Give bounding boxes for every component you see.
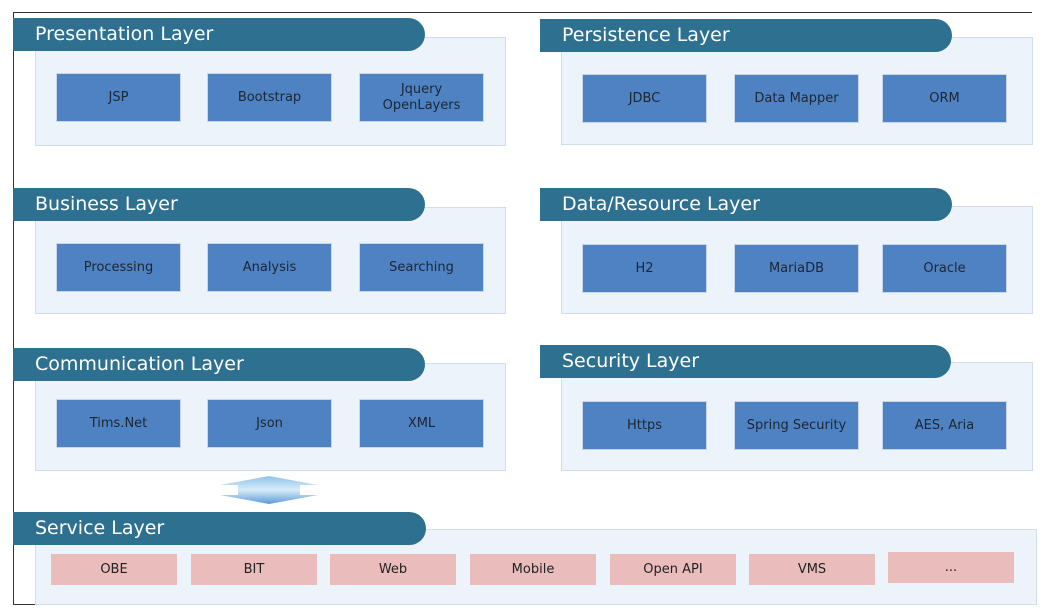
- security-component-box: Spring Security: [734, 401, 859, 450]
- service-component-box: VMS: [749, 554, 875, 585]
- presentation-layer-title: Presentation Layer: [13, 18, 425, 51]
- security-component-box: AES, Aria: [882, 401, 1007, 450]
- business-layer-title: Business Layer: [13, 188, 425, 221]
- communication-component-box: Json: [207, 399, 332, 448]
- data_resource-component-box: Oracle: [882, 244, 1007, 293]
- communication-component-box: XML: [359, 399, 484, 448]
- communication-layer-title: Communication Layer: [13, 348, 425, 381]
- bidirectional-arrow-icon: [220, 476, 318, 504]
- service-component-box: ...: [888, 552, 1014, 583]
- service-component-box: OBE: [51, 554, 177, 585]
- service-component-box: Mobile: [470, 554, 596, 585]
- data_resource-component-box: H2: [582, 244, 707, 293]
- business-component-box: Analysis: [207, 243, 332, 292]
- security-layer-title: Security Layer: [540, 345, 951, 378]
- communication-component-box: Tims.Net: [56, 399, 181, 448]
- business-component-box: Searching: [359, 243, 484, 292]
- service-component-box: Web: [330, 554, 456, 585]
- presentation-component-box: Bootstrap: [207, 73, 332, 122]
- data_resource-component-box: MariaDB: [734, 244, 859, 293]
- persistence-layer-title: Persistence Layer: [540, 19, 952, 52]
- service-component-box: BIT: [191, 554, 317, 585]
- presentation-component-box: Jquery OpenLayers: [359, 73, 484, 122]
- presentation-component-box: JSP: [56, 73, 181, 122]
- service-layer-title: Service Layer: [13, 512, 426, 545]
- business-component-box: Processing: [56, 243, 181, 292]
- persistence-component-box: Data Mapper: [734, 74, 859, 123]
- service-component-box: Open API: [610, 554, 736, 585]
- security-component-box: Https: [582, 401, 707, 450]
- persistence-component-box: ORM: [882, 74, 1007, 123]
- persistence-component-box: JDBC: [582, 74, 707, 123]
- data_resource-layer-title: Data/Resource Layer: [540, 188, 952, 221]
